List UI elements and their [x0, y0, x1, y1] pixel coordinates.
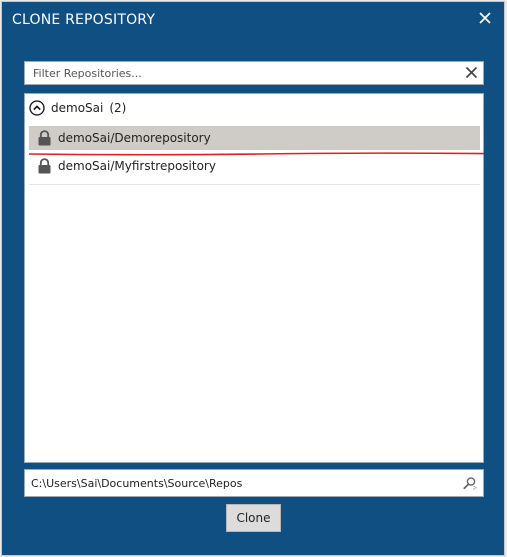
lock-icon: [38, 130, 51, 146]
clone-button[interactable]: Clone: [226, 504, 281, 532]
local-path-input[interactable]: [25, 470, 455, 496]
list-item-myfirstrepository[interactable]: demoSai/Myfirstrepository: [29, 154, 480, 178]
filter-input[interactable]: [25, 62, 455, 84]
group-header-demosai[interactable]: demoSai (2): [29, 98, 126, 118]
close-icon[interactable]: [478, 11, 492, 25]
local-path-box: [24, 469, 484, 497]
clone-repository-dialog: CLONE REPOSITORY demoSai (2) demoSai/Dem…: [2, 2, 504, 555]
dialog-title: CLONE REPOSITORY: [12, 12, 156, 28]
list-divider: [29, 184, 480, 185]
lock-icon: [38, 158, 51, 174]
list-item-demorepository[interactable]: demoSai/Demorepository: [29, 126, 480, 150]
browse-icon[interactable]: [462, 476, 477, 491]
repository-name: demoSai/Myfirstrepository: [58, 159, 216, 173]
group-label: demoSai: [51, 101, 104, 115]
repository-list: demoSai (2) demoSai/Demorepository demoS…: [24, 93, 484, 463]
clear-filter-icon[interactable]: [465, 66, 478, 79]
filter-box: [24, 61, 484, 85]
collapse-chevron-icon[interactable]: [29, 100, 45, 116]
group-count: (2): [109, 101, 127, 115]
repository-name: demoSai/Demorepository: [58, 131, 211, 145]
